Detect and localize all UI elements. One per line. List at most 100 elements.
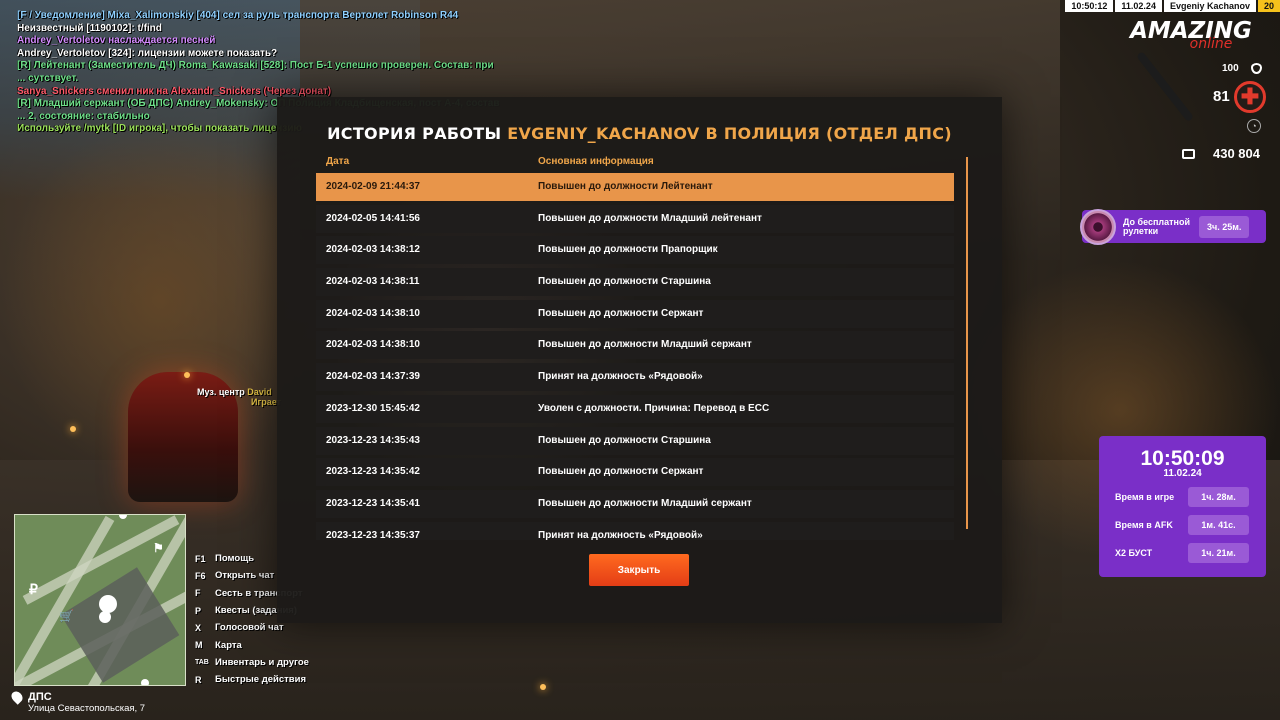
time-panel: 10:50:09 11.02.24 Время в игре 1ч. 28м. …	[1099, 436, 1266, 577]
money-value: 430 804	[1213, 146, 1260, 161]
table-row[interactable]: 2024-02-09 21:44:37 Повышен до должности …	[316, 173, 954, 201]
table-row[interactable]: 2023-12-23 14:35:41 Повышен до должности …	[316, 489, 954, 518]
hotkey-key: TAB	[195, 658, 209, 666]
hotkey-row: M Карта	[195, 636, 309, 653]
player-marker-icon	[99, 595, 117, 613]
hotkey-label: Голосовой чат	[215, 622, 284, 634]
row-date: 2024-02-03 14:38:10	[326, 339, 420, 351]
chat-line: Неизвестный [1190102]: t/find	[17, 22, 162, 34]
row-info: Повышен до должности Прапорщик	[538, 244, 718, 256]
hotkey-key: P	[195, 605, 202, 616]
row-date: 2023-12-30 15:45:42	[326, 402, 420, 414]
armor-value: 100	[1222, 63, 1239, 74]
chat-line: Andrey_Vertoletov наслаждается песней	[17, 35, 216, 47]
chat-line: ... сутствует.	[17, 72, 79, 84]
hotkey-label: Помощь	[215, 553, 255, 565]
shop-cart-icon: 🛒	[59, 609, 74, 623]
hotkey-key: F1	[195, 553, 206, 564]
row-date: 2024-02-03 14:38:11	[326, 276, 420, 288]
row-info: Принят на должность «Рядовой»	[538, 529, 703, 540]
hotkey-key: F6	[195, 570, 206, 581]
table-row[interactable]: 2023-12-23 14:35:37 Принят на должность «…	[316, 521, 954, 540]
table-row[interactable]: 2024-02-03 14:38:10 Повышен до должности …	[316, 331, 954, 360]
column-info-header: Основная информация	[538, 156, 654, 167]
wallet-icon	[1182, 149, 1195, 159]
music-center-label: Муз. центр David Играет	[197, 387, 281, 407]
row-info: Повышен до должности Младший сержант	[538, 497, 752, 509]
time-panel-row: Время в AFK 1м. 41с.	[1099, 515, 1266, 535]
top-player-name: Evgeniy Kachanov	[1163, 0, 1256, 12]
row-date: 2023-12-23 14:35:37	[326, 529, 420, 540]
row-date: 2024-02-05 14:41:56	[326, 212, 420, 224]
modal-title: ИСТОРИЯ РАБОТЫ EVGENIY_KACHANOV В ПОЛИЦИ…	[277, 124, 1002, 143]
row-date: 2024-02-03 14:38:10	[326, 307, 420, 319]
chat-line: [R] Лейтенант (Заместитель ДЧ) Roma_Kawa…	[17, 60, 494, 72]
spark	[184, 372, 190, 378]
top-date: 11.02.24	[1115, 0, 1162, 12]
table-row[interactable]: 2023-12-23 14:35:43 Повышен до должности …	[316, 426, 954, 455]
top-status-bar: 10:50:12 11.02.24 Evgeniy Kachanov 20	[1063, 0, 1280, 12]
health-cross-icon: ✚	[1234, 81, 1266, 113]
row-info: Уволен с должности. Причина: Перевод в Е…	[538, 402, 770, 414]
time-panel-row: X2 БУСТ 1ч. 21м.	[1099, 543, 1266, 563]
modal-title-prefix: ИСТОРИЯ РАБОТЫ	[327, 124, 508, 143]
row-date: 2024-02-09 21:44:37	[326, 181, 420, 192]
spark	[70, 426, 76, 432]
table-row[interactable]: 2024-02-05 14:41:56 Повышен до должности …	[316, 204, 954, 233]
table-row[interactable]: 2024-02-03 14:38:11 Повышен до должности …	[316, 268, 954, 297]
hotkey-key: M	[195, 640, 203, 651]
table-row[interactable]: 2024-02-03 14:38:12 Повышен до должности …	[316, 236, 954, 265]
close-button[interactable]: Закрыть	[589, 554, 689, 586]
row-info: Повышен до должности Сержант	[538, 466, 704, 478]
row-info: Повышен до должности Младший лейтенант	[538, 212, 762, 224]
hotkey-row: TAB Инвентарь и другое	[195, 654, 309, 671]
spark	[540, 684, 546, 690]
map-district	[60, 567, 180, 683]
location-title: ДПС	[28, 691, 52, 703]
hotkey-key: X	[195, 622, 202, 633]
table-row[interactable]: 2023-12-23 14:35:42 Повышен до должности …	[316, 458, 954, 487]
map-marker-dot	[99, 611, 111, 623]
roulette-label: До бесплатной рулетки	[1123, 216, 1191, 236]
chat-line: Andrey_Vertoletov [324]: лицензии можете…	[17, 47, 278, 59]
hotkey-label: Открыть чат	[215, 570, 275, 582]
row-info: Повышен до должности Старшина	[538, 276, 711, 288]
hotkey-label: Быстрые действия	[215, 674, 307, 686]
hotkey-key: R	[195, 674, 202, 685]
time-panel-value: 1ч. 28м.	[1188, 487, 1249, 507]
music-center-name: David	[247, 387, 272, 397]
time-panel-value: 1м. 41с.	[1188, 515, 1249, 535]
map-marker-dot	[119, 515, 127, 519]
hotkey-row: R Быстрые действия	[195, 671, 309, 688]
time-panel-label: Время в игре	[1115, 492, 1175, 502]
gym-icon: ⚑	[153, 541, 164, 555]
time-panel-date: 11.02.24	[1163, 468, 1202, 479]
roulette-wheel-icon	[1080, 208, 1116, 245]
table-row[interactable]: 2024-02-03 14:37:39 Принят на должность «…	[316, 363, 954, 392]
free-roulette-timer[interactable]: До бесплатной рулетки 3ч. 25м.	[1080, 208, 1266, 245]
history-table[interactable]: 2024-02-09 21:44:37 Повышен до должности …	[316, 173, 954, 540]
hotkey-label: Инвентарь и другое	[215, 656, 309, 668]
table-row[interactable]: 2024-02-03 14:38:10 Повышен до должности …	[316, 299, 954, 328]
time-panel-row: Время в игре 1ч. 28м.	[1099, 487, 1266, 507]
top-time: 10:50:12	[1065, 0, 1114, 12]
minimap[interactable]: ₽ 🛒 ⚑	[14, 514, 186, 686]
modal-title-name: EVGENIY_KACHANOV В ПОЛИЦИЯ (ОТДЕЛ ДПС)	[507, 124, 952, 143]
top-level-badge: 20	[1257, 0, 1280, 12]
row-date: 2023-12-23 14:35:43	[326, 434, 420, 446]
hotkey-key: F	[195, 588, 201, 599]
row-date: 2023-12-23 14:35:41	[326, 497, 420, 509]
table-scrollbar[interactable]	[966, 157, 968, 529]
work-history-modal: ИСТОРИЯ РАБОТЫ EVGENIY_KACHANOV В ПОЛИЦИ…	[277, 97, 1002, 623]
satiety-icon: ◔	[1247, 119, 1261, 133]
time-panel-value: 1ч. 21м.	[1188, 543, 1249, 563]
hotkey-label: Карта	[215, 639, 242, 651]
health-value: 81	[1213, 88, 1230, 105]
row-info: Повышен до должности Лейтенант	[538, 181, 713, 192]
row-info: Повышен до должности Младший сержант	[538, 339, 752, 351]
server-logo: AMAZING online	[1116, 18, 1266, 52]
table-row[interactable]: 2023-12-30 15:45:42 Уволен с должности. П…	[316, 394, 954, 423]
row-date: 2024-02-03 14:38:12	[326, 244, 420, 256]
map-marker-dot	[141, 679, 149, 685]
row-info: Повышен до должности Старшина	[538, 434, 711, 446]
